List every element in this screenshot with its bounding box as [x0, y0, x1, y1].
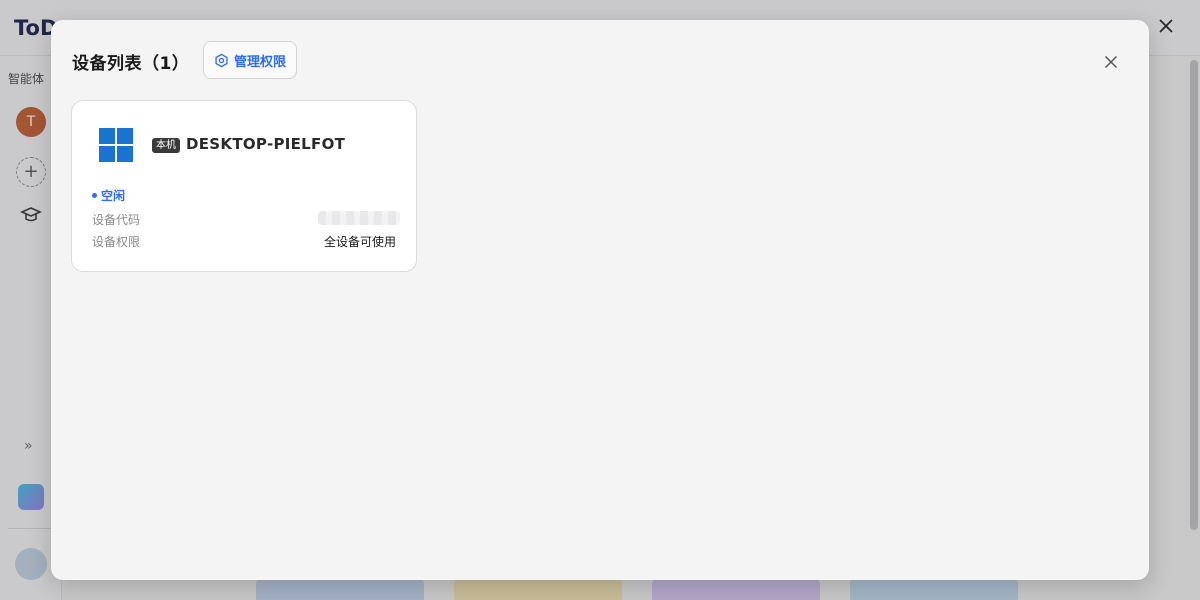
device-card[interactable]: 本机 DESKTOP-PIELFOT 空闲 设备代码 设备权限 全设备可使用	[71, 100, 417, 272]
status-dot-icon	[92, 193, 97, 198]
device-list-dialog: 设备列表（1） 管理权限 本机 DESKTOP-PIELFOT 空闲 设备代码 …	[51, 20, 1149, 580]
windows-icon	[99, 128, 133, 162]
manage-permissions-button[interactable]: 管理权限	[203, 41, 297, 79]
manage-permissions-label: 管理权限	[233, 54, 286, 70]
device-status: 空闲	[92, 187, 125, 204]
shield-settings-icon	[215, 53, 228, 67]
device-permission-label: 设备权限	[92, 235, 141, 249]
device-permission-value: 全设备可使用	[323, 235, 396, 249]
dialog-title: 设备列表（1）	[72, 54, 190, 74]
local-device-badge: 本机	[152, 138, 180, 153]
device-code-masked-value	[318, 211, 400, 225]
device-code-label: 设备代码	[92, 213, 141, 227]
close-icon[interactable]	[1102, 53, 1120, 71]
device-name: DESKTOP-PIELFOT	[186, 135, 346, 153]
status-text: 空闲	[101, 189, 126, 203]
